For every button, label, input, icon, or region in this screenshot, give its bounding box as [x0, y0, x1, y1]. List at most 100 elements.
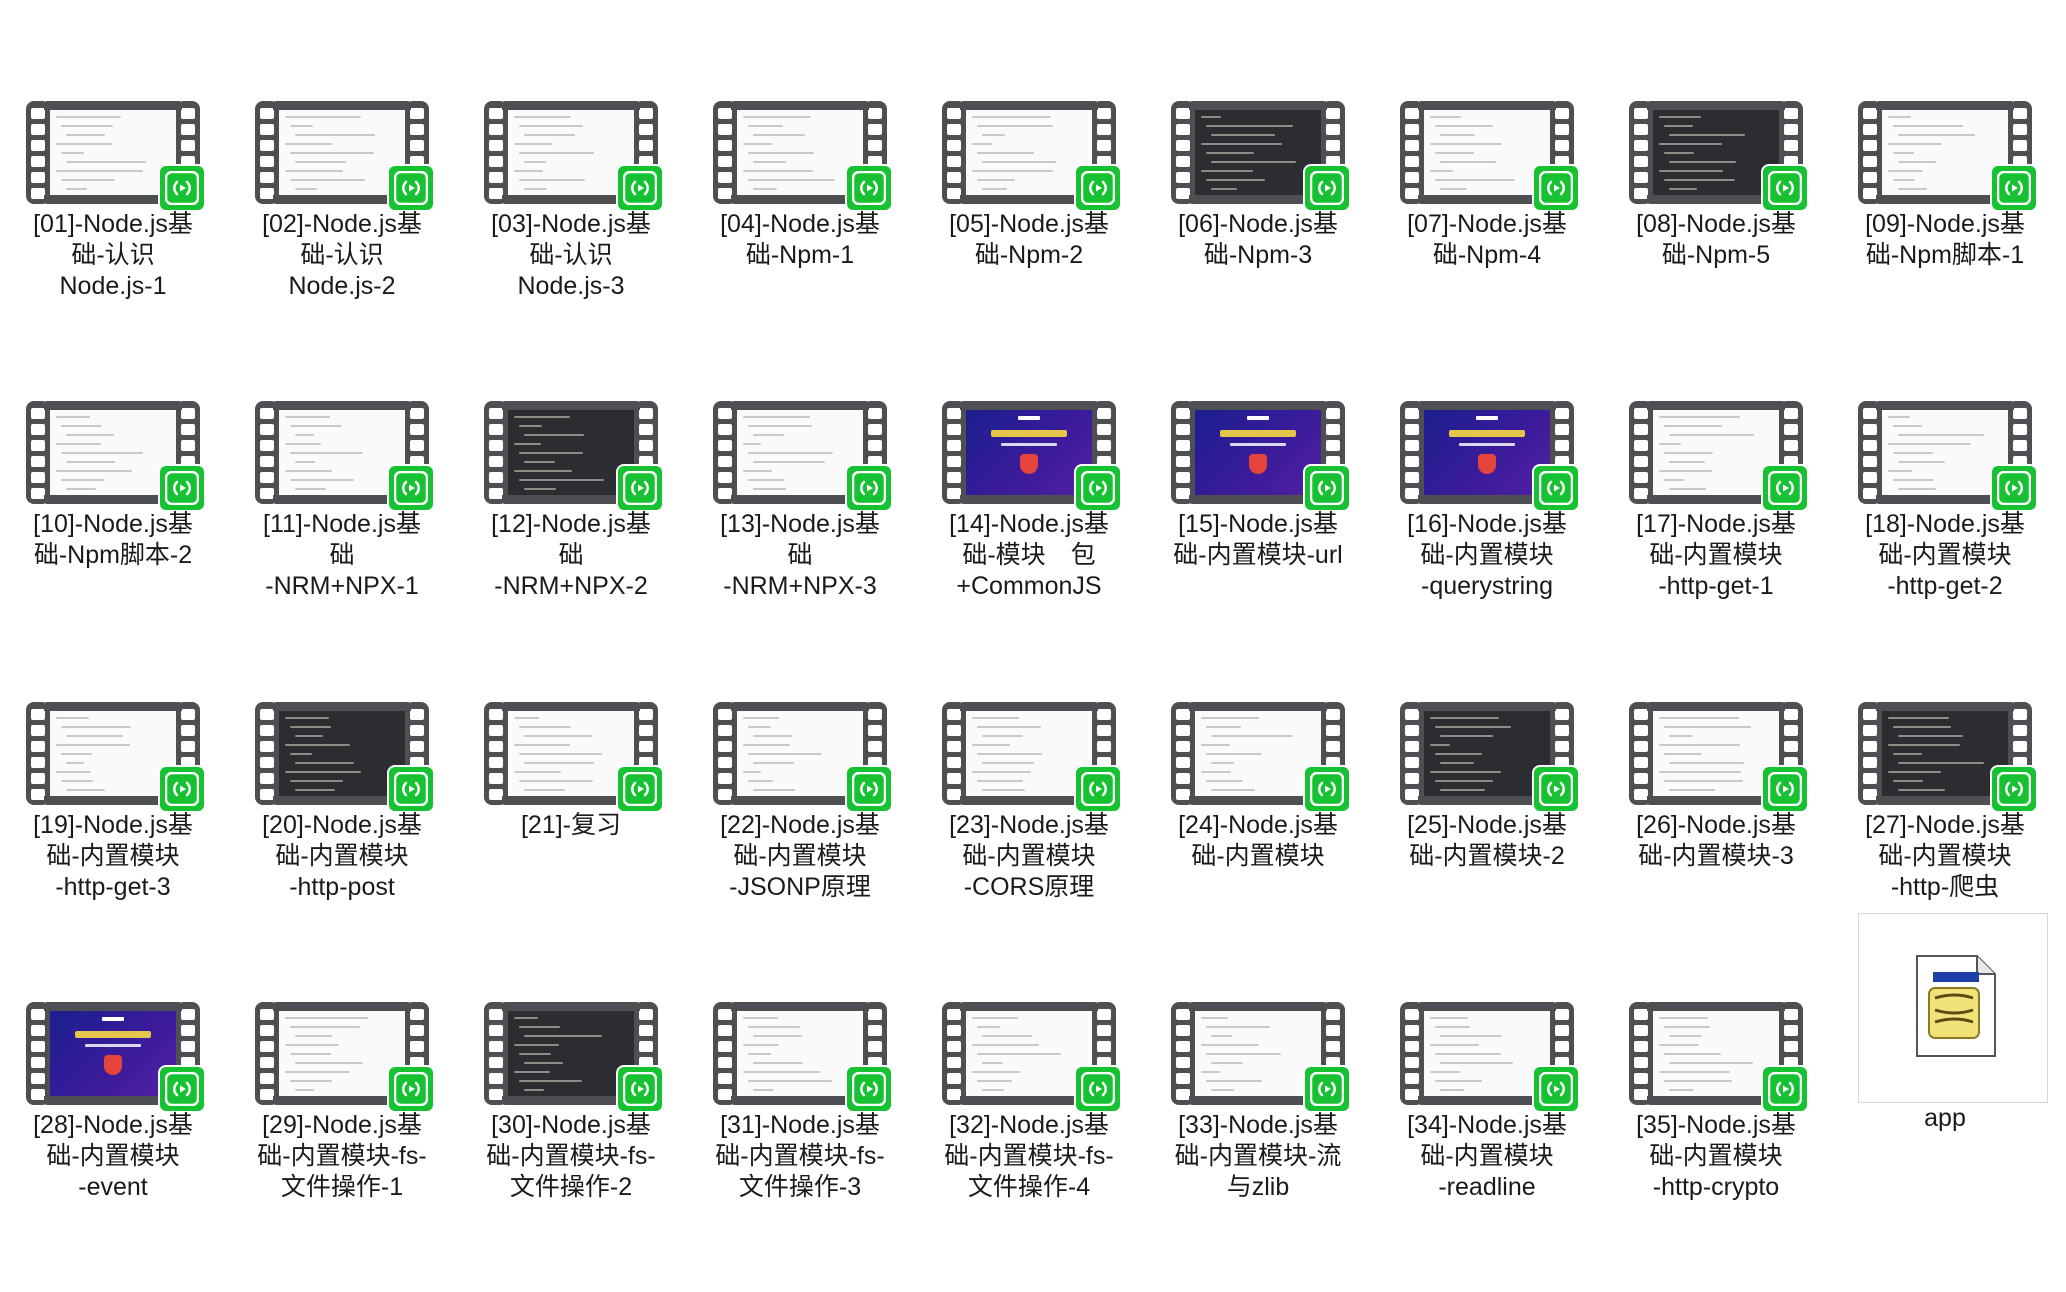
video-file-item[interactable]: [10]-Node.js基 础-Npm脚本-2: [0, 401, 226, 691]
text-line: [1888, 170, 1923, 172]
text-line: [295, 161, 346, 163]
film-frame-top: [44, 702, 182, 711]
film-hole: [1634, 108, 1648, 119]
text-line: [1211, 1062, 1243, 1064]
video-file-item[interactable]: [28]-Node.js基 础-内置模块 -event: [0, 1002, 226, 1292]
film-hole: [260, 1057, 274, 1068]
text-line: [61, 152, 84, 154]
text-line: [982, 1062, 1003, 1064]
file-name-label: [19]-Node.js基 础-内置模块 -http-get-3: [33, 811, 193, 901]
film-frame-top: [731, 401, 869, 410]
html5-shield-icon: [1478, 454, 1496, 474]
film-hole: [410, 424, 424, 435]
video-file-item[interactable]: [16]-Node.js基 础-内置模块 -querystring: [1374, 401, 1600, 691]
text-line: [519, 1026, 560, 1028]
video-file-item[interactable]: [19]-Node.js基 础-内置模块 -http-get-3: [0, 702, 226, 992]
text-line: [1669, 762, 1744, 764]
video-file-item[interactable]: [09]-Node.js基 础-Npm脚本-1: [1832, 101, 2058, 391]
film-hole: [1326, 709, 1340, 720]
file-name-label: [11]-Node.js基 础 -NRM+NPX-1: [263, 510, 421, 600]
film-hole: [1863, 408, 1877, 419]
video-file-item[interactable]: [23]-Node.js基 础-内置模块 -CORS原理: [916, 702, 1142, 992]
video-file-item[interactable]: [26]-Node.js基 础-内置模块-3: [1603, 702, 1829, 992]
video-file-item[interactable]: [22]-Node.js基 础-内置模块 -JSONP原理: [687, 702, 913, 992]
video-file-item[interactable]: [24]-Node.js基 础-内置模块: [1145, 702, 1371, 992]
video-file-item[interactable]: [05]-Node.js基 础-Npm-2: [916, 101, 1142, 391]
video-file-item[interactable]: [11]-Node.js基 础 -NRM+NPX-1: [229, 401, 455, 691]
video-file-item[interactable]: [34]-Node.js基 础-内置模块 -readline: [1374, 1002, 1600, 1292]
text-line: [290, 726, 331, 728]
video-file-item[interactable]: [12]-Node.js基 础 -NRM+NPX-2: [458, 401, 684, 691]
film-hole: [947, 188, 961, 199]
file-name-label: [26]-Node.js基 础-内置模块-3: [1636, 811, 1796, 870]
film-hole: [1863, 741, 1877, 752]
film-hole: [1176, 140, 1190, 151]
video-file-item[interactable]: [01]-Node.js基 础-认识 Node.js-1: [0, 101, 226, 391]
text-line: [1664, 152, 1694, 154]
film-hole: [1863, 725, 1877, 736]
video-file-item[interactable]: [32]-Node.js基 础-内置模块-fs- 文件操作-4: [916, 1002, 1142, 1292]
text-line: [1669, 1062, 1753, 1064]
video-file-item[interactable]: [33]-Node.js基 础-内置模块-流 与zlib: [1145, 1002, 1371, 1292]
film-hole: [1405, 709, 1419, 720]
text-line: [743, 416, 810, 418]
video-file-item[interactable]: [29]-Node.js基 础-内置模块-fs- 文件操作-1: [229, 1002, 455, 1292]
video-file-item[interactable]: [21]-复习: [458, 702, 684, 992]
film-hole: [489, 124, 503, 135]
video-file-item[interactable]: [07]-Node.js基 础-Npm-4: [1374, 101, 1600, 391]
film-hole: [2013, 408, 2027, 419]
video-file-item[interactable]: [15]-Node.js基 础-内置模块-url: [1145, 401, 1371, 691]
text-line: [1211, 161, 1296, 163]
text-line: [743, 170, 813, 172]
film-hole: [1634, 1057, 1648, 1068]
film-hole: [868, 408, 882, 419]
text-line: [285, 1071, 350, 1073]
film-hole: [489, 472, 503, 483]
video-thumbnail: [942, 1002, 1122, 1113]
video-file-item[interactable]: [18]-Node.js基 础-内置模块 -http-get-2: [1832, 401, 2058, 691]
video-file-item[interactable]: [20]-Node.js基 础-内置模块 -http-post: [229, 702, 455, 992]
film-hole: [718, 1009, 732, 1020]
text-line: [519, 179, 585, 181]
text-line: [295, 1062, 363, 1064]
video-file-item[interactable]: [31]-Node.js基 础-内置模块-fs- 文件操作-3: [687, 1002, 913, 1292]
video-file-item[interactable]: [14]-Node.js基 础-模块 包 +CommonJS: [916, 401, 1142, 691]
text-line: [295, 1089, 314, 1091]
film-hole: [718, 773, 732, 784]
text-line: [1435, 753, 1482, 755]
video-file-item[interactable]: [35]-Node.js基 础-内置模块 -http-crypto: [1603, 1002, 1829, 1292]
file-name-label: [29]-Node.js基 础-内置模块-fs- 文件操作-1: [257, 1111, 427, 1201]
video-file-item[interactable]: [25]-Node.js基 础-内置模块-2: [1374, 702, 1600, 992]
document-file-item[interactable]: app: [1832, 913, 2058, 1151]
text-line: [748, 1053, 771, 1055]
video-player-badge-icon: [1074, 1065, 1122, 1113]
film-hole: [2013, 440, 2027, 451]
film-frame-top: [1647, 101, 1785, 110]
video-file-item[interactable]: [03]-Node.js基 础-认识 Node.js-3: [458, 101, 684, 391]
video-thumbnail: [1400, 702, 1580, 813]
film-hole: [868, 741, 882, 752]
video-file-item[interactable]: [06]-Node.js基 础-Npm-3: [1145, 101, 1371, 391]
video-file-item[interactable]: [30]-Node.js基 础-内置模块-fs- 文件操作-2: [458, 1002, 684, 1292]
film-hole: [718, 789, 732, 800]
text-line: [290, 152, 374, 154]
text-line: [56, 771, 91, 773]
film-hole: [1326, 1025, 1340, 1036]
text-line: [1898, 161, 1936, 163]
text-line: [514, 416, 570, 418]
film-hole: [31, 1057, 45, 1068]
video-file-item[interactable]: [04]-Node.js基 础-Npm-1: [687, 101, 913, 391]
film-strip-icon: [1858, 702, 1882, 805]
text-line: [743, 1044, 779, 1046]
text-line: [66, 188, 87, 190]
video-file-item[interactable]: [13]-Node.js基 础 -NRM+NPX-3: [687, 401, 913, 691]
video-thumbnail: [1629, 702, 1809, 813]
film-hole: [1405, 172, 1419, 183]
film-hole: [947, 424, 961, 435]
video-file-item[interactable]: [08]-Node.js基 础-Npm-5: [1603, 101, 1829, 391]
film-hole: [1555, 741, 1569, 752]
video-file-item[interactable]: [17]-Node.js基 础-内置模块 -http-get-1: [1603, 401, 1829, 691]
brand-logo: [102, 1017, 124, 1021]
film-hole: [410, 408, 424, 419]
video-file-item[interactable]: [02]-Node.js基 础-认识 Node.js-2: [229, 101, 455, 391]
